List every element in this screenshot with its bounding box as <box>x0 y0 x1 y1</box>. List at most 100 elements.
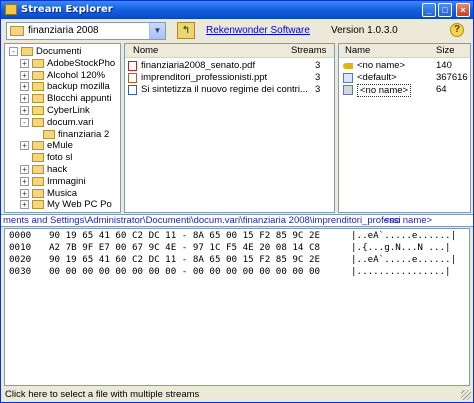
app-icon <box>5 4 17 15</box>
up-folder-button[interactable]: ↰ <box>177 22 195 39</box>
stream-size: 64 <box>436 84 447 95</box>
tree-item-label: My Web PC Po <box>47 199 112 211</box>
column-header-streams[interactable]: Streams <box>291 44 326 58</box>
tree-item-label: foto sl <box>47 152 73 164</box>
file-stream-count: 3 <box>315 72 321 83</box>
tree-item-label: CyberLink <box>47 105 90 116</box>
file-row[interactable]: imprenditori_professionisti.ppt 3 <box>125 72 334 83</box>
column-header-size[interactable]: Size <box>436 44 454 58</box>
folder-icon <box>32 141 44 151</box>
file-name: Si sintetizza il nuovo regime dei contri… <box>141 84 308 95</box>
folder-tree[interactable]: - Documenti + AdobeStockPho + Alcohol 120% + ba… <box>4 43 121 213</box>
tree-item-label: Immagini <box>47 175 86 187</box>
hex-bytes: A2 7B 9F E7 00 67 9C 4E - 97 1C F5 4E 20… <box>49 242 321 253</box>
resize-grip[interactable] <box>461 390 471 400</box>
stream-name: <no name> <box>357 84 412 97</box>
pdf-icon <box>128 61 137 71</box>
collapse-icon[interactable]: - <box>20 117 29 127</box>
hex-offset: 0010 <box>9 242 32 253</box>
tree-item-label: AdobeStockPho <box>47 57 116 69</box>
expand-icon[interactable]: + <box>20 82 29 92</box>
stream-name: <default> <box>357 72 397 83</box>
stream-row[interactable]: <default> 367616 <box>339 72 470 83</box>
key-icon <box>343 63 353 69</box>
expand-icon[interactable]: + <box>20 58 29 68</box>
collapse-icon[interactable]: - <box>9 47 18 56</box>
expand-icon[interactable]: + <box>20 70 29 80</box>
hex-bytes: 00 00 00 00 00 00 00 00 - 00 00 00 00 00… <box>49 266 321 277</box>
column-header-name[interactable]: Nome <box>133 44 158 58</box>
folder-icon <box>10 26 24 36</box>
tree-item-label: backup mozilla <box>47 81 110 93</box>
file-list-header: Nome Streams <box>125 44 334 58</box>
hex-ascii: |................| <box>351 266 451 277</box>
tree-item-label: finanziaria 2 <box>58 128 110 140</box>
hex-viewer[interactable]: 0000 90 19 65 41 60 C2 DC 11 - 8A 65 00 1… <box>4 228 470 386</box>
file-row[interactable]: finanziaria2008_senato.pdf 3 <box>125 60 334 71</box>
tree-item-label: eMule <box>47 140 73 152</box>
file-stream-count: 3 <box>315 84 321 95</box>
folder-icon <box>32 70 44 80</box>
ppt-icon <box>128 73 137 83</box>
close-button[interactable]: × <box>456 3 470 17</box>
stream-row[interactable]: <no name> 64 <box>339 84 470 97</box>
maximize-button[interactable]: □ <box>438 3 452 17</box>
title-bar[interactable]: Stream Explorer _ □ × <box>1 1 473 19</box>
expand-icon[interactable]: + <box>20 176 29 186</box>
folder-icon <box>32 165 44 174</box>
tree-item-label: Blocchi appunti <box>47 93 112 105</box>
stream-size: 140 <box>436 60 452 71</box>
folder-icon <box>32 106 44 115</box>
link-icon <box>343 85 353 95</box>
stream-name: <no name> <box>384 215 433 226</box>
expand-icon[interactable]: + <box>20 188 29 198</box>
expand-icon[interactable]: + <box>20 94 29 104</box>
expand-icon[interactable]: + <box>20 141 29 151</box>
expand-icon[interactable]: + <box>20 165 29 174</box>
file-name: finanziaria2008_senato.pdf <box>141 60 256 71</box>
hex-ascii: |..eA`.....e......| <box>351 254 457 265</box>
folder-icon <box>32 94 44 104</box>
hex-offset: 0030 <box>9 266 32 277</box>
file-name: imprenditori_professionisti.ppt <box>141 72 268 83</box>
window-title: Stream Explorer <box>21 4 113 15</box>
tree-item-label: hack <box>47 164 68 175</box>
hex-offset: 0020 <box>9 254 32 265</box>
file-list[interactable]: Nome Streams finanziaria2008_senato.pdf 3… <box>124 43 335 213</box>
expand-icon[interactable]: + <box>20 200 29 210</box>
folder-icon <box>32 117 44 127</box>
stream-row[interactable]: <no name> 140 <box>339 60 470 71</box>
hex-bytes: 90 19 65 41 60 C2 DC 11 - 8A 65 00 15 F2… <box>49 254 321 265</box>
stream-list[interactable]: Name Size <no name> 140 <default> 367616 <no… <box>338 43 471 213</box>
tree-item-label: Documenti <box>36 46 82 57</box>
tree-item-label: docum.vari <box>47 116 94 128</box>
hex-ascii: |..eA`.....e......| <box>351 230 457 241</box>
folder-icon <box>32 82 44 92</box>
htm-icon <box>128 85 137 95</box>
path-bar: ments and Settings\Administrator\Documen… <box>1 214 473 227</box>
tree-item-label: Musica <box>47 187 78 199</box>
document-icon <box>343 73 353 83</box>
hex-ascii: |.{...g.N...N ...| <box>351 242 451 253</box>
rekenwonder-link[interactable]: Rekenwonder Software <box>206 25 310 36</box>
file-stream-count: 3 <box>315 60 321 71</box>
help-button[interactable]: ? <box>450 23 464 37</box>
expand-icon[interactable]: + <box>20 106 29 115</box>
chevron-down-icon[interactable]: ▼ <box>149 23 165 39</box>
folder-icon <box>21 47 33 56</box>
column-header-stream-name[interactable]: Name <box>345 44 370 58</box>
version-label: Version 1.0.3.0 <box>331 25 398 36</box>
folder-icon <box>32 200 44 210</box>
folder-icon <box>32 58 44 68</box>
status-bar[interactable]: Click here to select a file with multipl… <box>1 388 473 402</box>
hex-offset: 0000 <box>9 230 32 241</box>
folder-dropdown[interactable]: finanziaria 2008 ▼ <box>6 22 166 40</box>
stream-name: <no name> <box>357 60 406 71</box>
folder-icon <box>32 176 44 186</box>
main-window: Stream Explorer _ □ × finanziaria 2008 ▼… <box>0 0 474 403</box>
stream-size: 367616 <box>436 72 468 83</box>
folder-icon <box>32 188 44 198</box>
file-row[interactable]: Si sintetizza il nuovo regime dei contri… <box>125 84 334 95</box>
file-path: ments and Settings\Administrator\Documen… <box>3 215 401 226</box>
minimize-button[interactable]: _ <box>422 3 436 17</box>
